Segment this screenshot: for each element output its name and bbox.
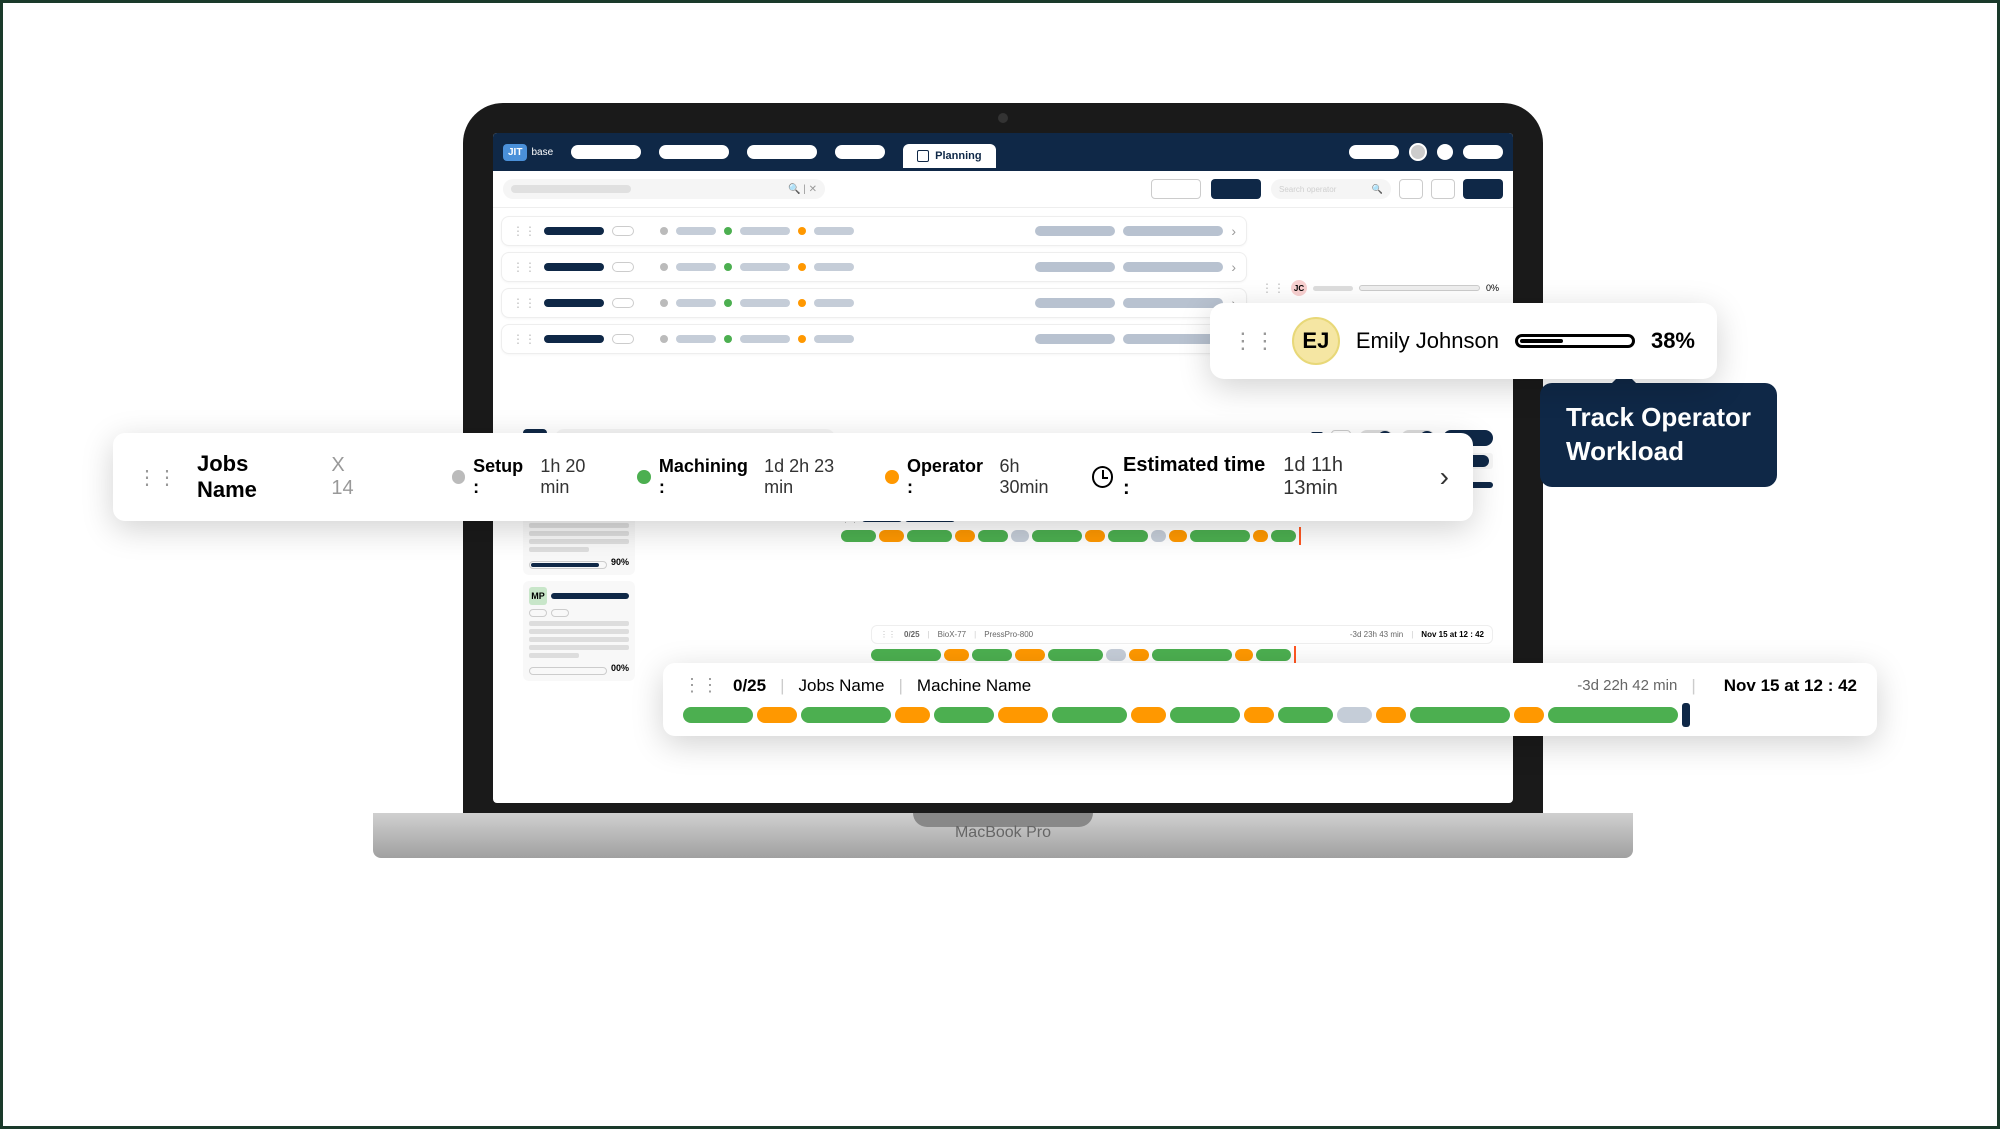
stat-machining: Machining : 1d 2h 23 min <box>637 456 865 498</box>
time-delta: -3d 22h 42 min <box>1577 677 1677 694</box>
op-filter[interactable] <box>1399 179 1423 199</box>
operator-search-placeholder: Search operator <box>1279 185 1336 194</box>
operator-workload-card[interactable]: ⋮⋮ EJ Emily Johnson 38% <box>1210 303 1717 379</box>
nav-item-3[interactable] <box>747 145 817 159</box>
setup-dot-icon <box>452 470 466 484</box>
timeline-job-card[interactable]: ⋮⋮ 0/25 | Jobs Name | Machine Name -3d 2… <box>663 663 1877 736</box>
workload-pct: 38% <box>1651 328 1695 354</box>
timeline-job-bar[interactable]: ⋮⋮ 0/25 | BioX-77 | PressPro-800 -3d 23h… <box>871 625 1493 644</box>
job-list: ⋮⋮ › ⋮⋮ <box>501 216 1247 360</box>
logo-badge: JIT <box>503 144 527 161</box>
grip-icon[interactable]: ⋮⋮ <box>137 465 177 490</box>
grip-icon[interactable]: ⋮⋮ <box>1261 281 1285 295</box>
job-title: Jobs Name <box>197 451 311 503</box>
stat-estimated: Estimated time : 1d 11h 13min <box>1092 454 1400 500</box>
op-action[interactable] <box>1463 179 1503 199</box>
tooltip-line-1: Track Operator <box>1566 401 1751 435</box>
top-nav: JIT base Planning <box>493 133 1513 171</box>
job-row[interactable]: ⋮⋮ › <box>501 324 1247 354</box>
camera <box>998 113 1008 123</box>
op-filter-2[interactable] <box>1431 179 1455 199</box>
clock-icon <box>1092 466 1114 488</box>
stat-setup: Setup : 1h 20 min <box>452 456 618 498</box>
job-count: X 14 <box>331 454 371 500</box>
chevron-right-icon: › <box>1231 259 1236 275</box>
user-avatar[interactable] <box>1409 143 1427 161</box>
chevron-right-icon: › <box>1231 223 1236 239</box>
logo[interactable]: JIT base <box>503 144 553 161</box>
grip-icon[interactable]: ⋮⋮ <box>512 332 536 346</box>
nav-icon-button[interactable] <box>1437 144 1453 160</box>
avatar: MP <box>529 587 547 605</box>
laptop-label: MacBook Pro <box>373 819 1633 847</box>
avatar: JC <box>1291 280 1307 296</box>
grip-icon[interactable]: ⋮⋮ <box>683 675 719 696</box>
due-date: Nov 15 at 12 : 42 <box>1724 676 1857 696</box>
chevron-right-icon[interactable]: › <box>1440 461 1449 493</box>
nav-tab-planning[interactable]: Planning <box>903 144 995 168</box>
job-row[interactable]: ⋮⋮ › <box>501 252 1247 282</box>
timeline-job-header: ⋮⋮ 0/25 | Jobs Name | Machine Name -3d 2… <box>683 675 1857 696</box>
timeline-operator-card[interactable]: MP 00% <box>523 581 635 681</box>
timeline-segments[interactable] <box>683 706 1857 724</box>
grip-icon[interactable]: ⋮⋮ <box>512 296 536 310</box>
avatar: EJ <box>1292 317 1340 365</box>
operator-name: Emily Johnson <box>1356 328 1499 354</box>
job-name: Jobs Name <box>799 676 885 696</box>
stat-operator: Operator : 6h 30min <box>885 456 1071 498</box>
job-detail-card[interactable]: ⋮⋮ Jobs Name X 14 Setup : 1h 20 min Mach… <box>113 433 1473 521</box>
grip-icon[interactable]: ⋮⋮ <box>1232 328 1276 354</box>
nav-right-2[interactable] <box>1463 145 1503 159</box>
workload-pct: 00% <box>611 663 629 673</box>
job-row[interactable]: ⋮⋮ › <box>501 288 1247 318</box>
operator-dot-icon <box>885 470 899 484</box>
job-row[interactable]: ⋮⋮ › <box>501 216 1247 246</box>
operator-mini-row[interactable]: ⋮⋮ JC 0% <box>1255 276 1505 300</box>
machining-dot-icon <box>637 470 651 484</box>
sub-toolbar: 🔍 | ✕ Search operator 🔍 <box>493 171 1513 208</box>
grip-icon[interactable]: ⋮⋮ <box>512 224 536 238</box>
tooltip-line-2: Workload <box>1566 435 1751 469</box>
search-input[interactable]: 🔍 | ✕ <box>503 179 825 199</box>
grip-icon[interactable]: ⋮⋮ <box>512 260 536 274</box>
nav-item-1[interactable] <box>571 145 641 159</box>
calendar-icon <box>917 150 929 162</box>
nav-item-2[interactable] <box>659 145 729 159</box>
workload-progress <box>1515 334 1635 348</box>
tooltip: Track Operator Workload <box>1540 383 1777 487</box>
nav-item-4[interactable] <box>835 145 885 159</box>
laptop-base: MacBook Pro <box>373 813 1633 858</box>
nav-tab-label: Planning <box>935 150 981 162</box>
search-icon: 🔍 | ✕ <box>788 184 817 195</box>
job-progress-count: 0/25 <box>733 676 766 696</box>
filter-box[interactable] <box>1151 179 1201 199</box>
nav-right-1[interactable] <box>1349 145 1399 159</box>
logo-text: base <box>531 147 553 158</box>
machine-name: Machine Name <box>917 676 1031 696</box>
operator-search[interactable]: Search operator 🔍 <box>1271 179 1391 199</box>
action-button[interactable] <box>1211 179 1261 199</box>
operator-pct: 0% <box>1486 283 1499 293</box>
workload-pct: 90% <box>611 557 629 567</box>
time-marker-icon[interactable] <box>1682 703 1690 727</box>
